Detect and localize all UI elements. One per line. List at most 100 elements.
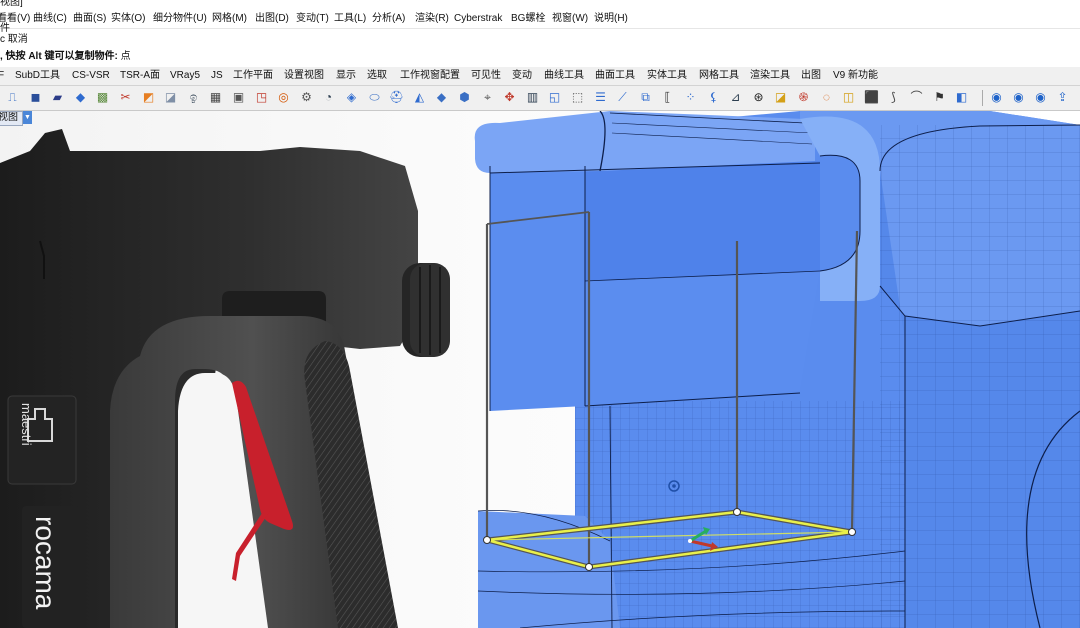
menu-item-4[interactable]: 细分物件(U): [153, 12, 207, 25]
spiral-icon[interactable]: ֍: [795, 89, 812, 106]
menu-item-5[interactable]: 网格(M): [212, 12, 247, 25]
menu-item-10[interactable]: 渲染(R): [415, 12, 449, 25]
toolbar-tab-1[interactable]: CS-VSR: [72, 70, 110, 82]
menu-bar: 看看(V) 曲线(C) 曲面(S) 实体(O) 细分物件(U) 网格(M) 出图(D) 变动(…: [0, 9, 1080, 29]
arrow-box-icon[interactable]: ◳: [253, 89, 270, 106]
camera-icon[interactable]: ▣: [230, 89, 247, 106]
car-icon[interactable]: ▰: [49, 89, 66, 106]
layers-icon[interactable]: ☰: [592, 89, 609, 106]
toolbar-tab-10[interactable]: 可见性: [471, 70, 501, 82]
viewport-canvas[interactable]: maestri rocama: [0, 111, 1080, 628]
menu-item-1[interactable]: 曲线(C): [33, 12, 67, 25]
toolbar-tab-15[interactable]: 网格工具: [699, 70, 739, 82]
gear-icon[interactable]: ⚙: [298, 89, 315, 106]
menu-item-9[interactable]: 分析(A): [372, 12, 405, 25]
box-yellow-icon[interactable]: ⬛: [863, 89, 880, 106]
upload-icon[interactable]: ⇪: [1054, 89, 1071, 106]
cage-vertex: [585, 563, 593, 571]
toolbar-tab-18[interactable]: V9 新功能: [833, 70, 878, 82]
arc-icon[interactable]: ⌒: [908, 89, 925, 106]
menu-item-13[interactable]: 视窗(W): [552, 12, 588, 25]
toolbar-tab-8[interactable]: 选取: [367, 70, 387, 82]
toolbar-tab-6[interactable]: 设置视图: [284, 70, 324, 82]
scissors-icon[interactable]: ✂: [117, 89, 134, 106]
toolbar-tab-16[interactable]: 渲染工具: [750, 70, 790, 82]
toolbar-tab-9[interactable]: 工作视窗配置: [400, 70, 460, 82]
move-gumball-icon[interactable]: ✥: [501, 89, 518, 106]
command-prompt-text: , 快按 Alt 键可以复制物件:: [0, 51, 118, 62]
spray-icon[interactable]: ඉ: [185, 89, 202, 106]
new-document-icon[interactable]: ⎍: [4, 89, 21, 106]
dots-icon[interactable]: ⁘: [682, 89, 699, 106]
brush-icon[interactable]: ⊿: [727, 89, 744, 106]
rhombus-icon[interactable]: ◆: [433, 89, 450, 106]
command-history-line-2: c 取消: [0, 34, 28, 45]
person-icon[interactable]: ⚑: [931, 89, 948, 106]
cube-blue-icon[interactable]: ◧: [953, 89, 970, 106]
lasso-icon[interactable]: ⌖: [479, 89, 496, 106]
display-mode-3-icon[interactable]: ◉: [1032, 89, 1049, 106]
command-area: 件 c 取消 , 快按 Alt 键可以复制物件: 点: [0, 23, 1080, 67]
viewport-menu-dropdown-icon[interactable]: ▼: [23, 111, 32, 124]
toolbar-tab-12[interactable]: 曲线工具: [544, 70, 584, 82]
model-text: rocama: [30, 516, 61, 610]
menu-item-7[interactable]: 变动(T): [296, 12, 329, 25]
toolbar-tab-3[interactable]: VRay5: [170, 70, 200, 82]
toolbar-tab-2[interactable]: TSR-A面: [120, 70, 160, 82]
subd-model[interactable]: [474, 111, 1080, 628]
tab-scroll-left[interactable]: F: [0, 70, 4, 82]
toolbar-tab-14[interactable]: 实体工具: [647, 70, 687, 82]
menu-item-11[interactable]: Cyberstrak: [454, 12, 502, 25]
mirror-icon[interactable]: ⧉: [637, 89, 654, 106]
wand-icon[interactable]: ⚸: [705, 89, 722, 106]
paint-bucket-icon[interactable]: ◪: [162, 89, 179, 106]
rainbow-icon[interactable]: ◩: [140, 89, 157, 106]
box-icon[interactable]: ◼: [27, 89, 44, 106]
cage-vertex: [733, 508, 741, 516]
display-mode-1-icon[interactable]: ◉: [988, 89, 1005, 106]
bracket-icon[interactable]: ⟦: [659, 89, 676, 106]
toolbar-tab-13[interactable]: 曲面工具: [595, 70, 635, 82]
viewport-title-strip: 视图 ▼: [0, 111, 40, 126]
sphere-cut-icon[interactable]: ◔: [320, 89, 337, 106]
toolbar-tab-0[interactable]: SubD工具: [15, 70, 60, 82]
tape-icon[interactable]: ◫: [840, 89, 857, 106]
menu-item-2[interactable]: 曲面(S): [73, 12, 106, 25]
cube-icon[interactable]: ⬢: [456, 89, 473, 106]
dashed-select-icon[interactable]: ⬚: [569, 89, 586, 106]
shaded-view-icon[interactable]: ◆: [72, 89, 89, 106]
main-toolbar: ⎍ ◼ ▰ ◆ ▩ ✂ ◩ ◪ ඉ ▦ ▣ ◳ ◎ ⚙ ◔ ◈ ⬭ ⛑ ◭ ◆ ⬢ ⌖ ✥ ▥ ◱ ⬚ ☰ ⟋ ⧉ ⟦ ⁘ ⚸ ⊿ ⊛ ◪ ֍ ◌ ◫ ⬛ ⟆…: [0, 86, 1080, 111]
menu-item-8[interactable]: 工具(L): [334, 12, 366, 25]
menu-item-6[interactable]: 出图(D): [255, 12, 289, 25]
compass-icon[interactable]: ⊛: [750, 89, 767, 106]
render-image-icon[interactable]: ▩: [94, 89, 111, 106]
pen-plane-icon[interactable]: ◱: [546, 89, 563, 106]
toolbar-separator: [982, 90, 983, 106]
menu-item-3[interactable]: 实体(O): [111, 12, 145, 25]
tilt-icon[interactable]: ⟋: [614, 89, 631, 106]
hat-icon[interactable]: ⛑: [388, 89, 405, 106]
plane-icon[interactable]: ◭: [411, 89, 428, 106]
diamond-icon[interactable]: ◈: [343, 89, 360, 106]
menu-item-14[interactable]: 说明(H): [594, 12, 628, 25]
toolbar-tab-11[interactable]: 变动: [512, 70, 532, 82]
cage-vertex: [848, 528, 856, 536]
target-icon[interactable]: ◎: [275, 89, 292, 106]
viewport-title-tab[interactable]: 视图: [0, 111, 23, 126]
perspective-viewport[interactable]: maestri rocama: [0, 111, 1080, 628]
zebra-icon[interactable]: ◌: [818, 89, 835, 106]
command-prompt[interactable]: , 快按 Alt 键可以复制物件: 点: [0, 51, 131, 63]
toolbar-tab-4[interactable]: JS: [211, 70, 223, 82]
curve-tool-icon[interactable]: ⟆: [885, 89, 902, 106]
menu-item-12[interactable]: BG螺栓: [511, 12, 545, 25]
toolbar-tab-bar: F SubD工具 CS-VSR TSR-A面 VRay5 JS 工作平面 设置视图 显示 选取 工作…: [0, 67, 1080, 86]
display-mode-2-icon[interactable]: ◉: [1010, 89, 1027, 106]
image-frame-icon[interactable]: ▥: [524, 89, 541, 106]
toolbar-tab-5[interactable]: 工作平面: [233, 70, 273, 82]
cylinder-icon[interactable]: ⬭: [366, 89, 383, 106]
toolbar-tab-7[interactable]: 显示: [336, 70, 356, 82]
toolbar-tab-17[interactable]: 出图: [801, 70, 821, 82]
contrast-icon[interactable]: ◪: [772, 89, 789, 106]
command-prompt-option[interactable]: 点: [121, 51, 131, 62]
checker-icon[interactable]: ▦: [207, 89, 224, 106]
